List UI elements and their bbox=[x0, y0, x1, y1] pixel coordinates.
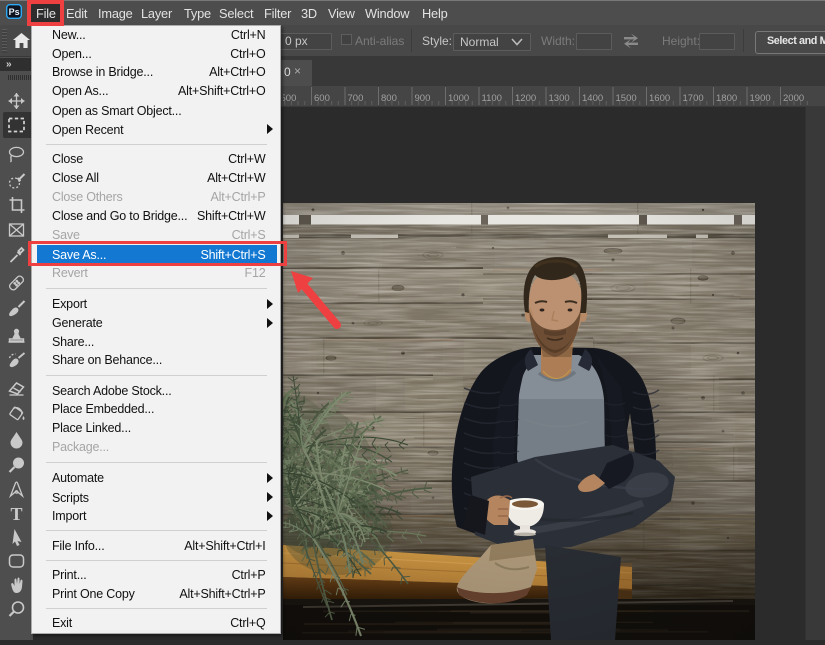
svg-text:600: 600 bbox=[314, 93, 330, 104]
svg-text:800: 800 bbox=[381, 93, 397, 104]
svg-text:900: 900 bbox=[415, 93, 431, 104]
svg-text:700: 700 bbox=[348, 93, 364, 104]
svg-text:T: T bbox=[10, 504, 22, 524]
svg-text:Ps: Ps bbox=[9, 7, 20, 17]
